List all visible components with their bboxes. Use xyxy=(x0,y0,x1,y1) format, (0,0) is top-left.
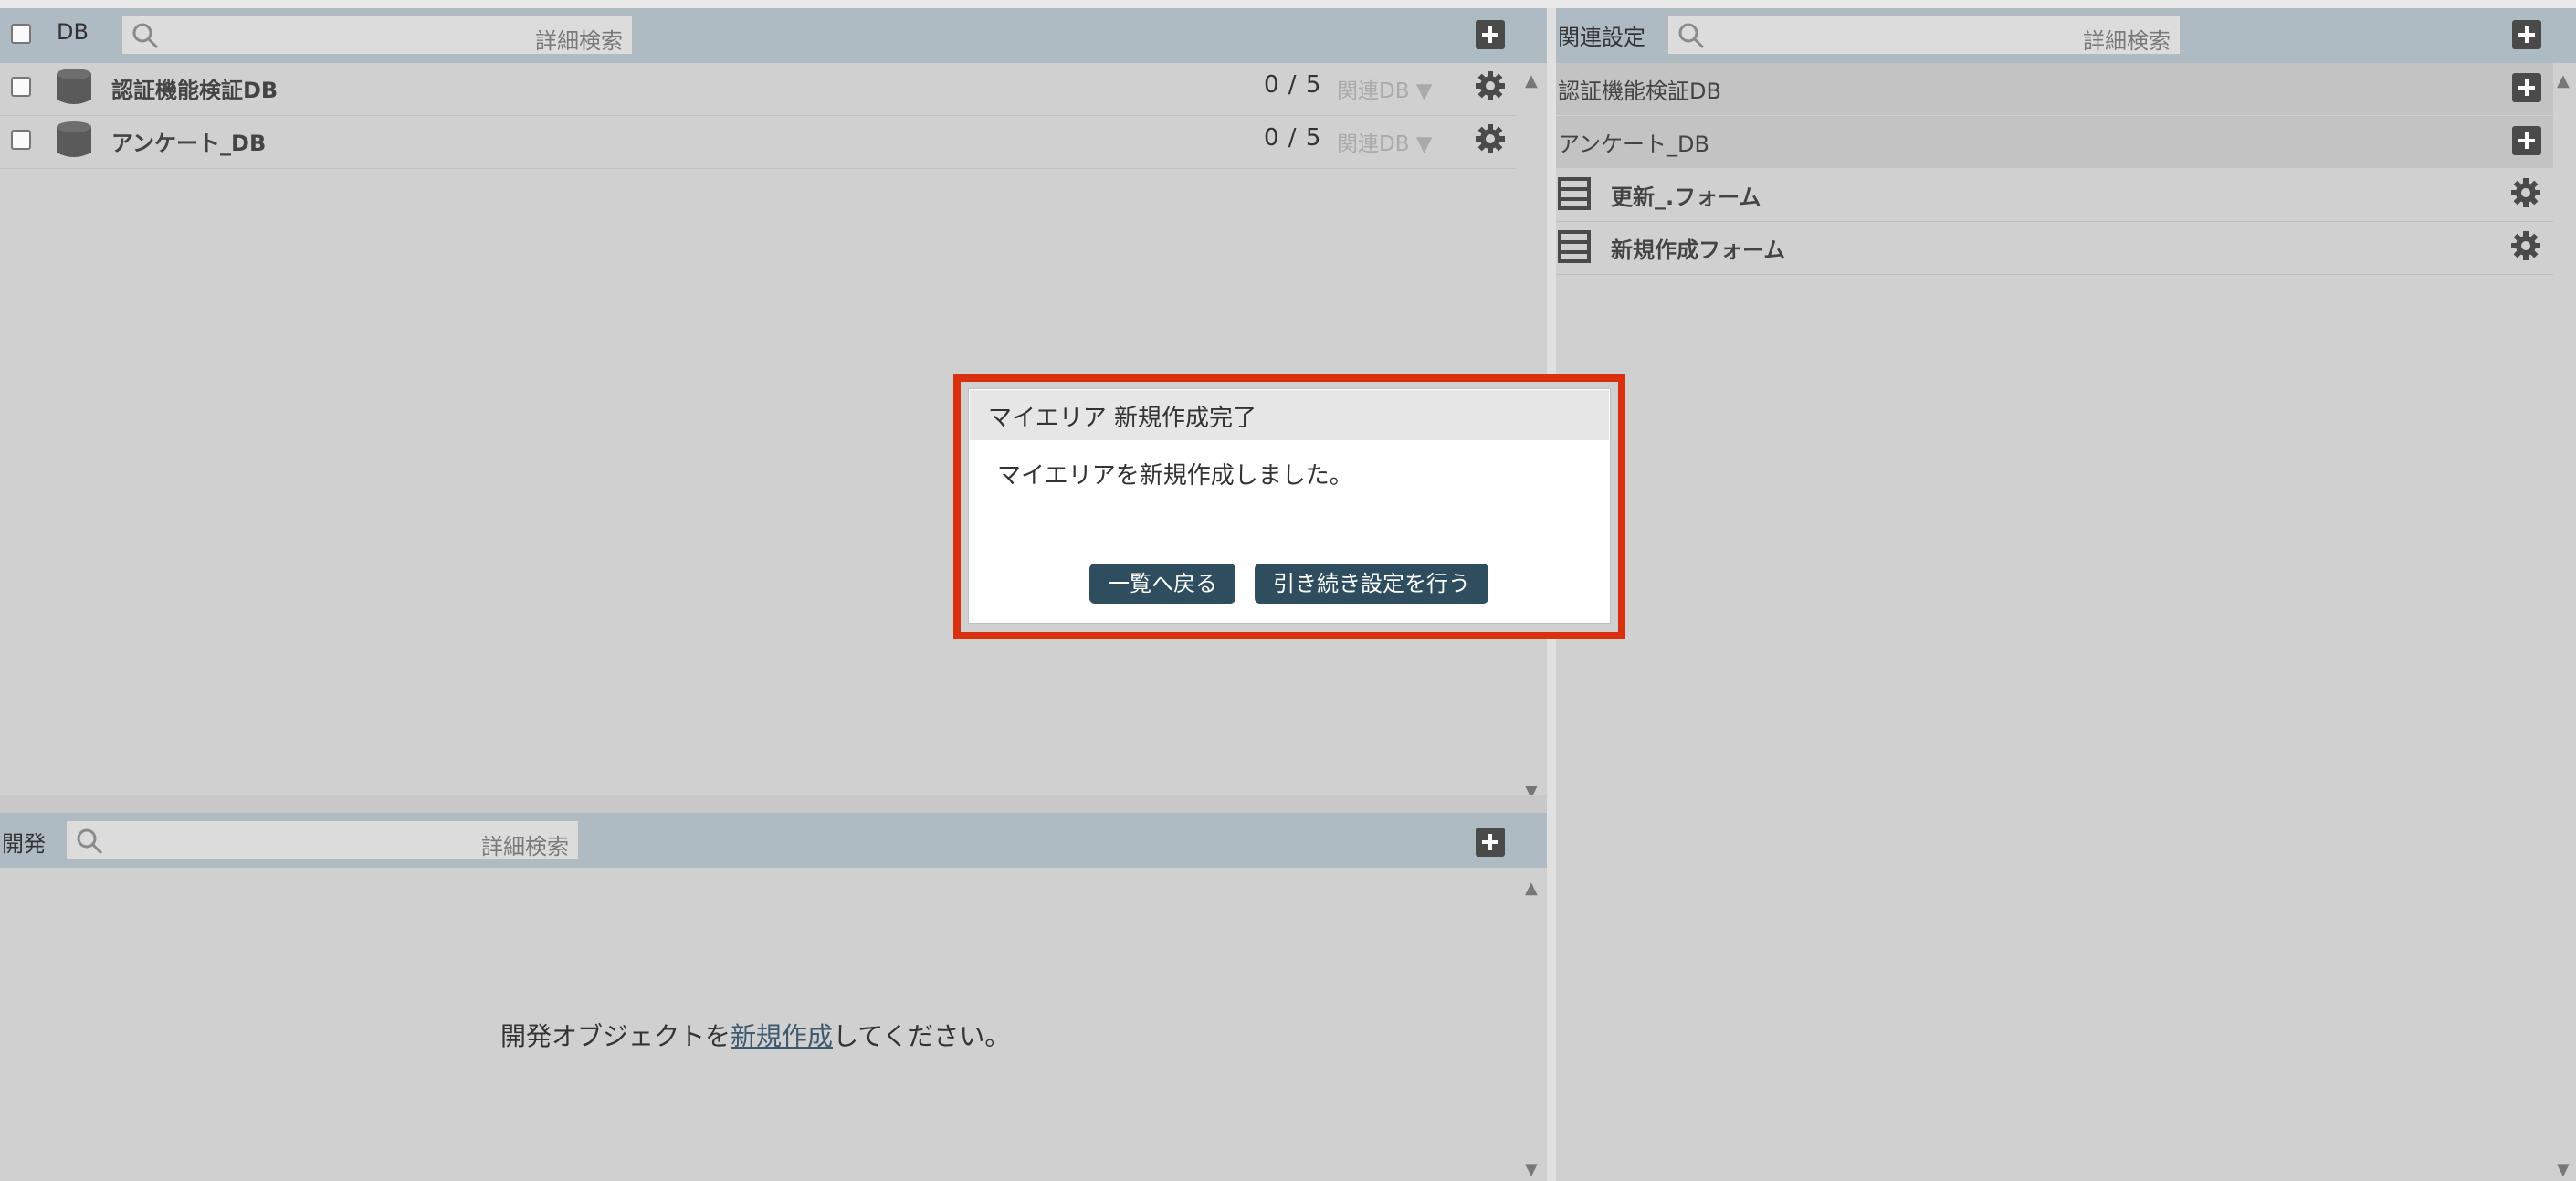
dev-empty-prefix: 開発オブジェクトを xyxy=(500,1021,731,1051)
db-search-placeholder: 詳細検索 xyxy=(535,28,623,54)
db-row-checkbox[interactable] xyxy=(11,77,31,97)
add-form-button[interactable] xyxy=(2512,126,2541,155)
dialog-title: マイエリア 新規作成完了 xyxy=(988,405,1257,432)
top-strip xyxy=(0,0,2576,8)
select-all-checkbox[interactable] xyxy=(11,24,31,44)
dev-search-placeholder: 詳細検索 xyxy=(481,834,569,859)
related-search-input[interactable]: 詳細検索 xyxy=(1667,15,2181,55)
scroll-up-arrow[interactable]: ▲ xyxy=(1525,879,1538,898)
related-search-placeholder: 詳細検索 xyxy=(2083,28,2171,54)
gear-icon[interactable] xyxy=(2509,176,2542,209)
db-row-checkbox[interactable] xyxy=(11,130,31,150)
scroll-down-arrow[interactable]: ▼ xyxy=(2557,1160,2570,1179)
db-row-count: 0 / 5 xyxy=(1264,124,1322,152)
related-panel-title: 関連設定 xyxy=(1558,25,1645,50)
form-name[interactable]: 新規作成フォーム xyxy=(1611,232,1785,264)
create-new-link[interactable]: 新規作成 xyxy=(731,1021,833,1051)
gear-icon[interactable] xyxy=(1474,69,1507,102)
dialog-title-bar: マイエリア 新規作成完了 xyxy=(970,390,1609,440)
back-to-list-button[interactable]: 一覧へ戻る xyxy=(1089,564,1235,604)
dev-empty-suffix: してください。 xyxy=(833,1021,1011,1051)
panel-splitter[interactable] xyxy=(0,795,1547,813)
gear-icon[interactable] xyxy=(2509,229,2542,262)
scroll-up-arrow[interactable]: ▲ xyxy=(1525,71,1538,90)
add-form-button[interactable] xyxy=(2512,73,2541,102)
dev-panel-title: 開発 xyxy=(2,831,46,857)
search-icon xyxy=(1678,23,1705,49)
add-dev-object-button[interactable] xyxy=(1476,828,1505,857)
add-db-button[interactable] xyxy=(1476,20,1505,49)
form-list-icon xyxy=(1558,177,1591,210)
database-icon xyxy=(57,69,91,104)
search-icon xyxy=(77,828,103,855)
database-icon xyxy=(57,121,91,157)
form-list-icon xyxy=(1558,230,1591,263)
related-db-dropdown[interactable]: 関連DB ▼ xyxy=(1337,73,1433,104)
add-related-button[interactable] xyxy=(2512,20,2541,49)
db-panel-title: DB xyxy=(57,19,89,45)
db-row-name[interactable]: アンケート_DB xyxy=(111,125,266,157)
scroll-up-arrow[interactable]: ▲ xyxy=(2557,71,2570,90)
dev-search-input[interactable]: 詳細検索 xyxy=(66,820,579,860)
gear-icon[interactable] xyxy=(1474,122,1507,155)
db-row-name[interactable]: 認証機能検証DB xyxy=(111,72,278,104)
dialog-message: マイエリアを新規作成しました。 xyxy=(997,462,1353,490)
related-group-label: 認証機能検証DB xyxy=(1558,79,1721,104)
form-name[interactable]: 更新_.フォーム xyxy=(1611,179,1761,211)
scroll-down-arrow[interactable]: ▼ xyxy=(1525,1160,1538,1179)
related-group-label: アンケート_DB xyxy=(1558,132,1709,157)
search-icon xyxy=(132,23,159,49)
continue-settings-button[interactable]: 引き続き設定を行う xyxy=(1255,564,1488,604)
related-db-dropdown[interactable]: 関連DB ▼ xyxy=(1337,126,1433,157)
db-search-input[interactable]: 詳細検索 xyxy=(121,15,633,55)
dev-empty-message: 開発オブジェクトを新規作成してください。 xyxy=(500,1017,1010,1053)
db-row-count: 0 / 5 xyxy=(1264,71,1322,99)
